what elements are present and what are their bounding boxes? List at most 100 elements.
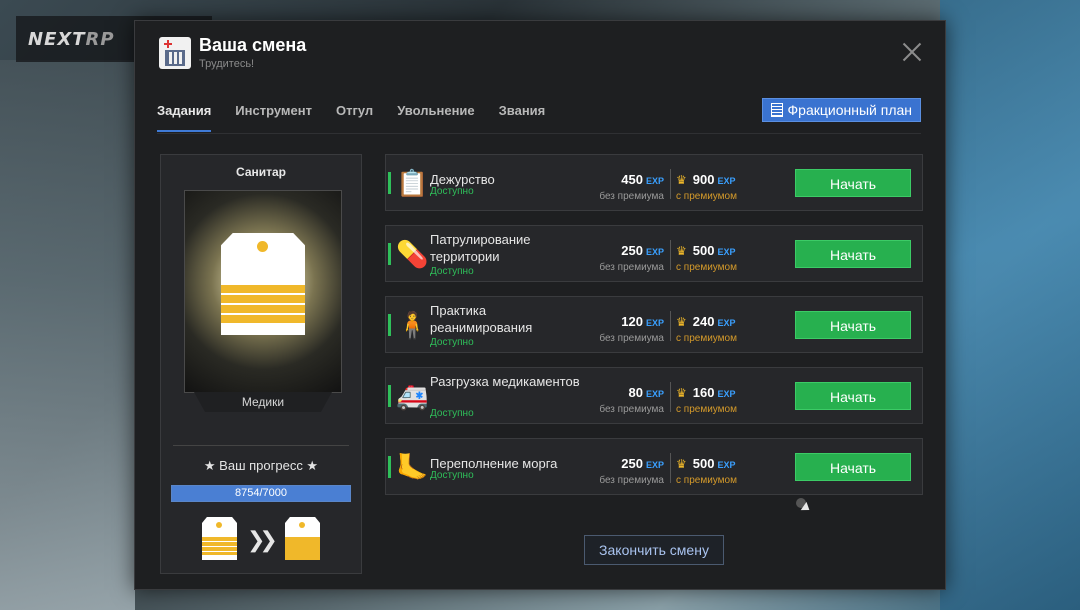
- base-exp: 450 EXP без премиума: [599, 171, 664, 202]
- task-accent: [388, 456, 391, 478]
- start-task-button[interactable]: Начать: [795, 311, 911, 339]
- exp-tag: EXP: [717, 247, 736, 257]
- card-divider: [173, 445, 349, 446]
- faction-plan-button[interactable]: Фракционный план: [761, 98, 921, 122]
- current-rank-icon: [202, 517, 237, 560]
- tab-tools[interactable]: Инструмент: [235, 103, 312, 132]
- exp-tag: EXP: [645, 460, 664, 470]
- progress-text: 8754/7000: [235, 487, 287, 499]
- start-task-button[interactable]: Начать: [795, 382, 911, 410]
- dialog-header: Ваша смена Трудитесь!: [159, 35, 306, 70]
- end-shift-button[interactable]: Закончить смену: [584, 535, 724, 565]
- crown-icon: ♛: [676, 315, 687, 329]
- progress-label: ★ Ваш прогресс ★: [203, 458, 319, 473]
- task-row: 🦶 Переполнение морга Доступно 250 EXP без…: [385, 438, 923, 495]
- exp-tag: EXP: [645, 318, 664, 328]
- without-premium-label: без премиума: [599, 191, 664, 202]
- premium-exp-value: 500: [692, 243, 715, 258]
- toe-tag-icon: 🦶: [396, 452, 429, 482]
- crown-icon: ♛: [676, 244, 687, 258]
- exp-tag: EXP: [645, 247, 664, 257]
- base-exp: 250 EXP без премиума: [599, 455, 664, 486]
- hospital-icon: [159, 36, 191, 69]
- premium-exp-value: 900: [692, 172, 715, 187]
- tab-day-off[interactable]: Отгул: [336, 103, 373, 132]
- clipboard-icon: 📋: [396, 168, 429, 198]
- dialog-subtitle: Трудитесь!: [199, 58, 255, 70]
- close-icon[interactable]: [901, 41, 923, 63]
- without-premium-label: без премиума: [599, 475, 664, 486]
- with-premium-label: с премиумом: [676, 191, 737, 202]
- without-premium-label: без премиума: [599, 333, 664, 344]
- rank-name: Санитар: [236, 165, 286, 179]
- base-exp-value: 250: [621, 243, 643, 258]
- rank-card: Санитар Медики ★ Ваш прогресс ★ 8754/700…: [160, 154, 362, 574]
- with-premium-label: с премиумом: [676, 262, 737, 273]
- task-name: Практика реанимирования: [430, 303, 533, 335]
- start-task-button[interactable]: Начать: [795, 240, 911, 268]
- premium-exp-value: 500: [692, 456, 715, 471]
- premium-exp: ♛ 900 EXP с премиумом: [676, 171, 737, 202]
- task-name: Разгрузка медикаментов: [430, 374, 580, 389]
- start-task-button[interactable]: Начать: [795, 169, 911, 197]
- game-background-right: [940, 0, 1080, 610]
- faction-plan-label: Фракционный план: [787, 102, 912, 118]
- exp-separator: [670, 382, 671, 412]
- tab-ranks[interactable]: Звания: [499, 103, 546, 132]
- task-row: 💊 Патрулирование территории Доступно 250…: [385, 225, 923, 282]
- tabs-divider: [157, 133, 921, 134]
- task-accent: [388, 385, 391, 407]
- premium-exp: ♛ 240 EXP с премиумом: [676, 313, 737, 344]
- start-task-button[interactable]: Начать: [795, 453, 911, 481]
- task-accent: [388, 172, 391, 194]
- base-exp: 80 EXP без премиума: [599, 384, 664, 415]
- task-status: Доступно: [430, 408, 474, 419]
- base-exp-value: 80: [628, 385, 643, 400]
- tab-resignation[interactable]: Увольнение: [397, 103, 474, 132]
- tab-bar: Задания Инструмент Отгул Увольнение Зван…: [157, 103, 569, 132]
- task-status: Доступно: [430, 266, 474, 277]
- crown-icon: ♛: [676, 457, 687, 471]
- base-exp: 120 EXP без премиума: [599, 313, 664, 344]
- task-status: Доступно: [430, 186, 474, 197]
- ambulance-icon: 🚑: [396, 381, 429, 411]
- premium-exp-value: 240: [692, 314, 715, 329]
- exp-tag: EXP: [645, 176, 664, 186]
- premium-exp: ♛ 500 EXP с премиумом: [676, 455, 737, 486]
- exp-tag: EXP: [717, 389, 736, 399]
- exp-separator: [670, 453, 671, 483]
- next-rank-icon: [285, 517, 320, 560]
- shoulder-strap-icon: [221, 233, 305, 335]
- base-exp: 250 EXP без премиума: [599, 242, 664, 273]
- game-background-left: [0, 60, 135, 610]
- logo-text: NEXT: [28, 28, 86, 50]
- premium-exp: ♛ 160 EXP с премиумом: [676, 384, 737, 415]
- premium-exp-value: 160: [692, 385, 715, 400]
- tab-tasks[interactable]: Задания: [157, 103, 212, 132]
- double-chevron-icon: ❯❯: [247, 527, 278, 552]
- exp-separator: [670, 240, 671, 270]
- faction-label: Медики: [194, 392, 332, 412]
- without-premium-label: без премиума: [599, 404, 664, 415]
- pills-icon: 💊: [396, 239, 429, 269]
- with-premium-label: с премиумом: [676, 333, 737, 344]
- crown-icon: ♛: [676, 173, 687, 187]
- exp-separator: [670, 169, 671, 199]
- with-premium-label: с премиумом: [676, 475, 737, 486]
- task-accent: [388, 314, 391, 336]
- task-row: 🚑 Разгрузка медикаментов Доступно 80 EXP …: [385, 367, 923, 424]
- exp-tag: EXP: [717, 176, 736, 186]
- task-name: Патрулирование территории: [430, 232, 531, 264]
- dialog-title: Ваша смена: [199, 35, 307, 55]
- without-premium-label: без премиума: [599, 262, 664, 273]
- task-list: 📋 Дежурство Доступно 450 EXP без премиума…: [385, 154, 923, 509]
- task-status: Доступно: [430, 337, 474, 348]
- shift-dialog: Ваша смена Трудитесь! Задания Инструмент…: [134, 20, 946, 590]
- task-row: 🧍 Практика реанимирования Доступно 120 EX…: [385, 296, 923, 353]
- base-exp-value: 450: [621, 172, 643, 187]
- base-exp-value: 120: [621, 314, 643, 329]
- crown-icon: ♛: [676, 386, 687, 400]
- document-icon: [770, 103, 783, 117]
- progress-bar: 8754/7000: [171, 485, 351, 502]
- task-accent: [388, 243, 391, 265]
